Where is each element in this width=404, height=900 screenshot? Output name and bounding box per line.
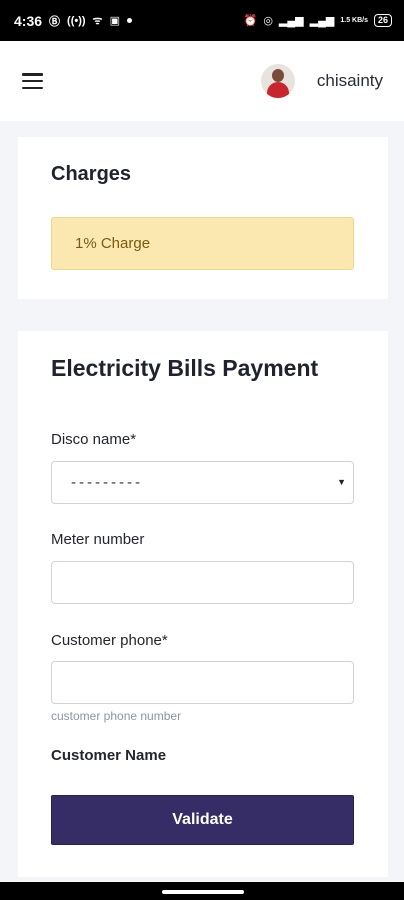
customer-phone-input[interactable] — [51, 661, 354, 704]
home-gesture-handle[interactable] — [162, 890, 244, 894]
disco-selected-value: --------- — [71, 474, 143, 491]
battery-icon: 26 — [373, 14, 392, 27]
signal-icon: ▂▄▆ — [309, 15, 335, 27]
alarm-icon: ⏰ — [243, 15, 258, 27]
status-time: 4:36 — [14, 12, 43, 29]
wifi-calling-icon: ᯤ — [92, 15, 103, 27]
username[interactable]: chisainty — [317, 71, 383, 91]
dropdown-caret-icon: ▼ — [337, 477, 346, 487]
charge-notice-text: 1% Charge — [75, 235, 151, 252]
electricity-payment-card: Electricity Bills Payment Disco name* --… — [18, 331, 388, 877]
system-nav-bar — [0, 882, 404, 900]
dot-icon — [127, 18, 132, 23]
status-left: 4:36 Ⓑ ((•)) ᯤ ▣ — [14, 13, 132, 29]
status-bar: 4:36 Ⓑ ((•)) ᯤ ▣ ⏰ ◎ ▂▄▆ ▂▄▆ 1.5 KB/s 26 — [0, 0, 404, 41]
disco-name-select[interactable]: --------- ▼ — [51, 461, 354, 504]
hamburger-menu-icon[interactable] — [22, 73, 43, 89]
charges-card: Charges 1% Charge — [18, 137, 388, 299]
signal-icon: ▂▄▆ — [278, 15, 304, 27]
volte-icon: ((•)) — [67, 14, 86, 27]
app-header: chisainty — [0, 41, 404, 121]
meter-number-input[interactable] — [51, 561, 354, 604]
charge-notice: 1% Charge — [51, 217, 354, 270]
notification-b-icon: Ⓑ — [49, 15, 61, 28]
meter-number-label: Meter number — [51, 531, 145, 548]
disco-name-label: Disco name* — [51, 431, 137, 448]
validate-button[interactable]: Validate — [51, 795, 354, 845]
user-menu[interactable]: chisainty — [260, 64, 383, 98]
charges-title: Charges — [51, 163, 132, 185]
page-title: Electricity Bills Payment — [51, 355, 319, 381]
avatar[interactable] — [260, 64, 295, 98]
sim-icon: ▣ — [109, 15, 120, 27]
data-speed-icon: 1.5 KB/s — [340, 17, 368, 24]
customer-name-label: Customer Name — [51, 747, 167, 764]
customer-phone-help: customer phone number — [51, 709, 182, 723]
status-right: ⏰ ◎ ▂▄▆ ▂▄▆ 1.5 KB/s 26 — [244, 14, 392, 27]
customer-phone-label: Customer phone* — [51, 632, 168, 649]
hotspot-icon: ◎ — [263, 15, 273, 27]
